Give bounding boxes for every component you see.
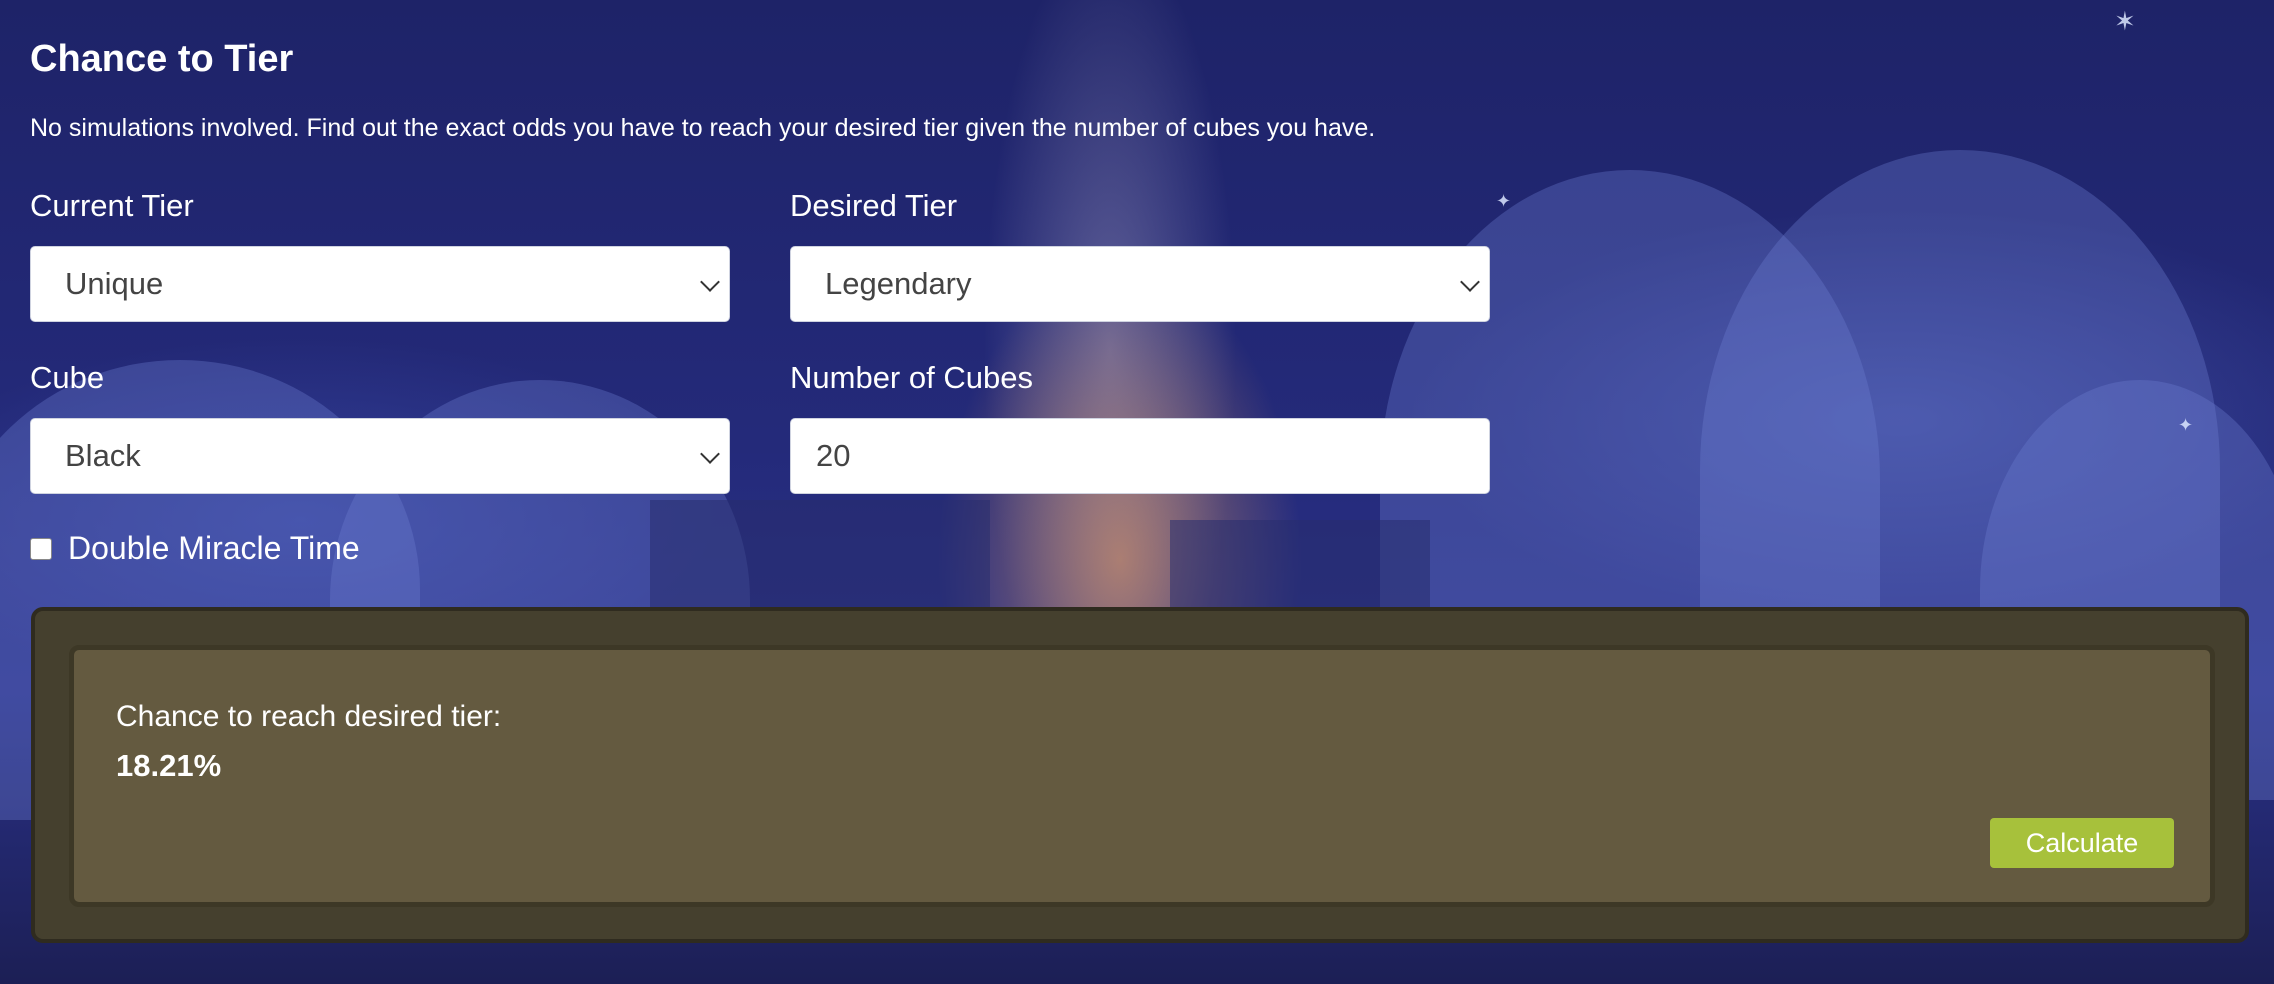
cube-select[interactable]: Black	[30, 418, 730, 494]
double-miracle-time-label: Double Miracle Time	[68, 530, 360, 566]
result-card: Chance to reach desired tier: 18.21% Cal…	[69, 645, 2215, 907]
desired-tier-value: Legendary	[825, 266, 972, 301]
current-tier-label: Current Tier	[30, 188, 194, 223]
number-of-cubes-input[interactable]: 20	[790, 418, 1490, 494]
result-panel: Chance to reach desired tier: 18.21% Cal…	[31, 607, 2249, 943]
cube-label: Cube	[30, 360, 105, 395]
current-tier-value: Unique	[65, 266, 164, 301]
double-miracle-time-option[interactable]: Double Miracle Time	[30, 530, 360, 567]
chevron-down-icon	[700, 444, 720, 464]
page-subtitle: No simulations involved. Find out the ex…	[30, 114, 1376, 142]
result-label: Chance to reach desired tier:	[116, 700, 502, 733]
double-miracle-time-checkbox[interactable]	[30, 537, 52, 560]
number-of-cubes-label: Number of Cubes	[790, 360, 1033, 395]
page-title: Chance to Tier	[30, 38, 294, 80]
desired-tier-label: Desired Tier	[790, 188, 958, 223]
current-tier-select[interactable]: Unique	[30, 246, 730, 322]
chevron-down-icon	[700, 272, 720, 292]
calculate-button[interactable]: Calculate	[1990, 818, 2174, 868]
cube-value: Black	[65, 438, 141, 473]
desired-tier-select[interactable]: Legendary	[790, 246, 1490, 322]
result-value: 18.21%	[116, 748, 222, 783]
chevron-down-icon	[1460, 272, 1480, 292]
number-of-cubes-value: 20	[816, 438, 851, 473]
